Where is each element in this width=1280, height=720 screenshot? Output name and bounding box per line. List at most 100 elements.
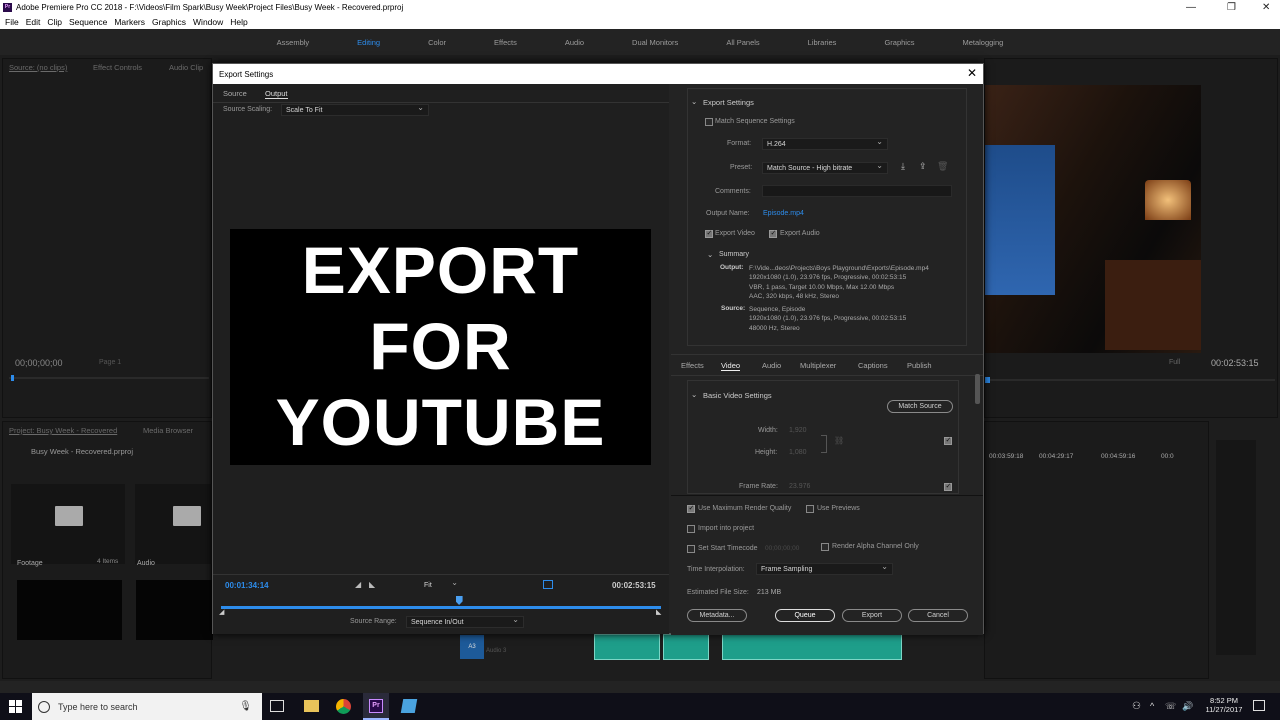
save-preset-icon[interactable]: ⤓	[901, 161, 905, 172]
frame-rate-match-checkbox[interactable]	[944, 482, 952, 491]
cancel-button[interactable]: Cancel	[908, 609, 968, 622]
delete-preset-icon[interactable]: 🗑	[937, 161, 948, 172]
clip-thumbnail[interactable]	[17, 580, 122, 640]
aspect-ratio-icon[interactable]	[543, 580, 553, 589]
program-playhead[interactable]	[985, 377, 990, 383]
menu-graphics[interactable]: Graphics	[152, 17, 186, 27]
taskbar-search-box[interactable]: Type here to search 🎙	[32, 693, 262, 720]
workspace-audio[interactable]: Audio	[565, 38, 584, 47]
format-dropdown[interactable]: H.264	[762, 137, 888, 150]
source-scrubber[interactable]	[9, 377, 209, 379]
workspace-all-panels[interactable]: All Panels	[726, 38, 759, 47]
render-alpha-checkbox[interactable]	[821, 543, 829, 551]
source-playhead[interactable]	[11, 375, 14, 381]
tab-audio-clip[interactable]: Audio Clip	[169, 63, 203, 72]
microphone-icon[interactable]: 🎙	[239, 701, 252, 712]
use-previews-checkbox[interactable]	[806, 505, 814, 513]
width-match-checkbox[interactable]	[944, 436, 952, 445]
program-zoom-select[interactable]: Full	[1169, 359, 1180, 366]
export-settings-collapse-icon[interactable]: ⌄	[691, 97, 697, 106]
action-center-icon[interactable]	[1253, 700, 1265, 711]
import-into-project-checkbox[interactable]	[687, 525, 695, 533]
menu-sequence[interactable]: Sequence	[69, 17, 107, 27]
menu-edit[interactable]: Edit	[26, 17, 41, 27]
output-name-link[interactable]: Episode.mp4	[763, 210, 804, 217]
out-point-marker-icon[interactable]: ◣	[656, 608, 661, 616]
program-scrubber[interactable]	[985, 379, 1275, 381]
menu-markers[interactable]: Markers	[114, 17, 145, 27]
time-interpolation-dropdown[interactable]: Frame Sampling	[756, 562, 893, 575]
summary-collapse-icon[interactable]: ⌄	[707, 250, 713, 259]
tab-video[interactable]: Video	[721, 361, 741, 371]
file-explorer-icon[interactable]	[304, 700, 319, 712]
queue-button[interactable]: Queue	[775, 609, 835, 622]
match-sequence-checkbox[interactable]	[705, 118, 713, 126]
audio-clip[interactable]	[722, 634, 902, 660]
workspace-dual-monitors[interactable]: Dual Monitors	[632, 38, 678, 47]
tab-effect-controls[interactable]: Effect Controls	[93, 63, 142, 72]
metadata-button[interactable]: Metadata...	[687, 609, 747, 622]
tab-source[interactable]: Source: (no clips)	[9, 63, 67, 72]
track-a3-label[interactable]: A3	[460, 635, 484, 659]
basic-video-collapse-icon[interactable]: ⌄	[691, 390, 697, 399]
export-audio-checkbox[interactable]	[769, 229, 777, 238]
workspace-color[interactable]: Color	[428, 38, 446, 47]
import-preset-icon[interactable]: ⇪	[919, 161, 927, 172]
tab-multiplexer[interactable]: Multiplexer	[800, 361, 836, 370]
menu-file[interactable]: File	[5, 17, 19, 27]
audio-clip[interactable]	[594, 634, 660, 660]
dialog-close-icon[interactable]: ✕	[967, 66, 977, 80]
set-out-point-icon[interactable]: ◣	[369, 580, 375, 589]
task-view-icon[interactable]	[270, 700, 284, 712]
in-point-marker-icon[interactable]: ◢	[219, 608, 224, 616]
set-in-point-icon[interactable]: ◢	[355, 580, 361, 589]
match-source-button[interactable]: Match Source	[887, 400, 953, 413]
app-icon[interactable]	[400, 699, 418, 713]
workspace-metalogging[interactable]: Metalogging	[962, 38, 1003, 47]
max-render-quality-checkbox[interactable]	[687, 504, 695, 513]
current-timecode[interactable]: 00:01:34:14	[225, 581, 269, 590]
tab-source-preview[interactable]: Source	[223, 89, 247, 98]
comments-input[interactable]	[762, 185, 952, 197]
premiere-taskbar-button[interactable]: Pr	[363, 693, 389, 720]
chain-link-icon[interactable]: ⛓	[834, 436, 844, 445]
maximize-icon[interactable]: ❐	[1227, 2, 1236, 13]
bin-audio[interactable]: Audio	[135, 484, 213, 567]
start-timecode-value[interactable]: 00;00;00;00	[765, 545, 799, 552]
frame-rate-value[interactable]: 23.976	[789, 483, 810, 490]
settings-scrollbar[interactable]	[975, 374, 980, 404]
timeline-scrubber[interactable]	[221, 606, 661, 609]
tab-effects[interactable]: Effects	[681, 361, 704, 370]
tab-audio[interactable]: Audio	[762, 361, 781, 370]
workspace-graphics[interactable]: Graphics	[884, 38, 914, 47]
menu-help[interactable]: Help	[230, 17, 247, 27]
clock[interactable]: 8:52 PM 11/27/2017	[1205, 696, 1243, 714]
tab-captions[interactable]: Captions	[858, 361, 888, 370]
bin-footage[interactable]: Footage 4 Items	[11, 484, 125, 567]
height-value[interactable]: 1,080	[789, 449, 807, 456]
workspace-assembly[interactable]: Assembly	[277, 38, 310, 47]
workspace-effects[interactable]: Effects	[494, 38, 517, 47]
network-icon[interactable]: ☏	[1165, 701, 1176, 712]
tab-media-browser[interactable]: Media Browser	[143, 426, 193, 435]
workspace-editing[interactable]: Editing	[357, 38, 380, 47]
minimize-icon[interactable]: —	[1186, 2, 1196, 13]
people-icon[interactable]: ⚇	[1132, 701, 1141, 712]
source-scaling-dropdown[interactable]: Scale To Fit	[281, 103, 429, 116]
tab-publish[interactable]: Publish	[907, 361, 932, 370]
menu-window[interactable]: Window	[193, 17, 223, 27]
audio-clip[interactable]	[663, 634, 709, 660]
windows-start-icon[interactable]	[9, 700, 22, 713]
menu-clip[interactable]: Clip	[47, 17, 62, 27]
source-range-dropdown[interactable]: Sequence In/Out	[406, 615, 524, 628]
preset-dropdown[interactable]: Match Source - High bitrate	[762, 161, 888, 174]
page-selector[interactable]: Page 1	[99, 359, 121, 366]
workspace-libraries[interactable]: Libraries	[808, 38, 837, 47]
tab-project[interactable]: Project: Busy Week - Recovered	[9, 426, 117, 435]
tray-chevron-icon[interactable]: ^	[1150, 701, 1154, 711]
tab-output-preview[interactable]: Output	[265, 89, 288, 99]
clip-thumbnail[interactable]	[136, 580, 213, 640]
export-video-checkbox[interactable]	[705, 229, 713, 238]
set-start-timecode-checkbox[interactable]	[687, 545, 695, 553]
width-value[interactable]: 1,920	[789, 427, 807, 434]
